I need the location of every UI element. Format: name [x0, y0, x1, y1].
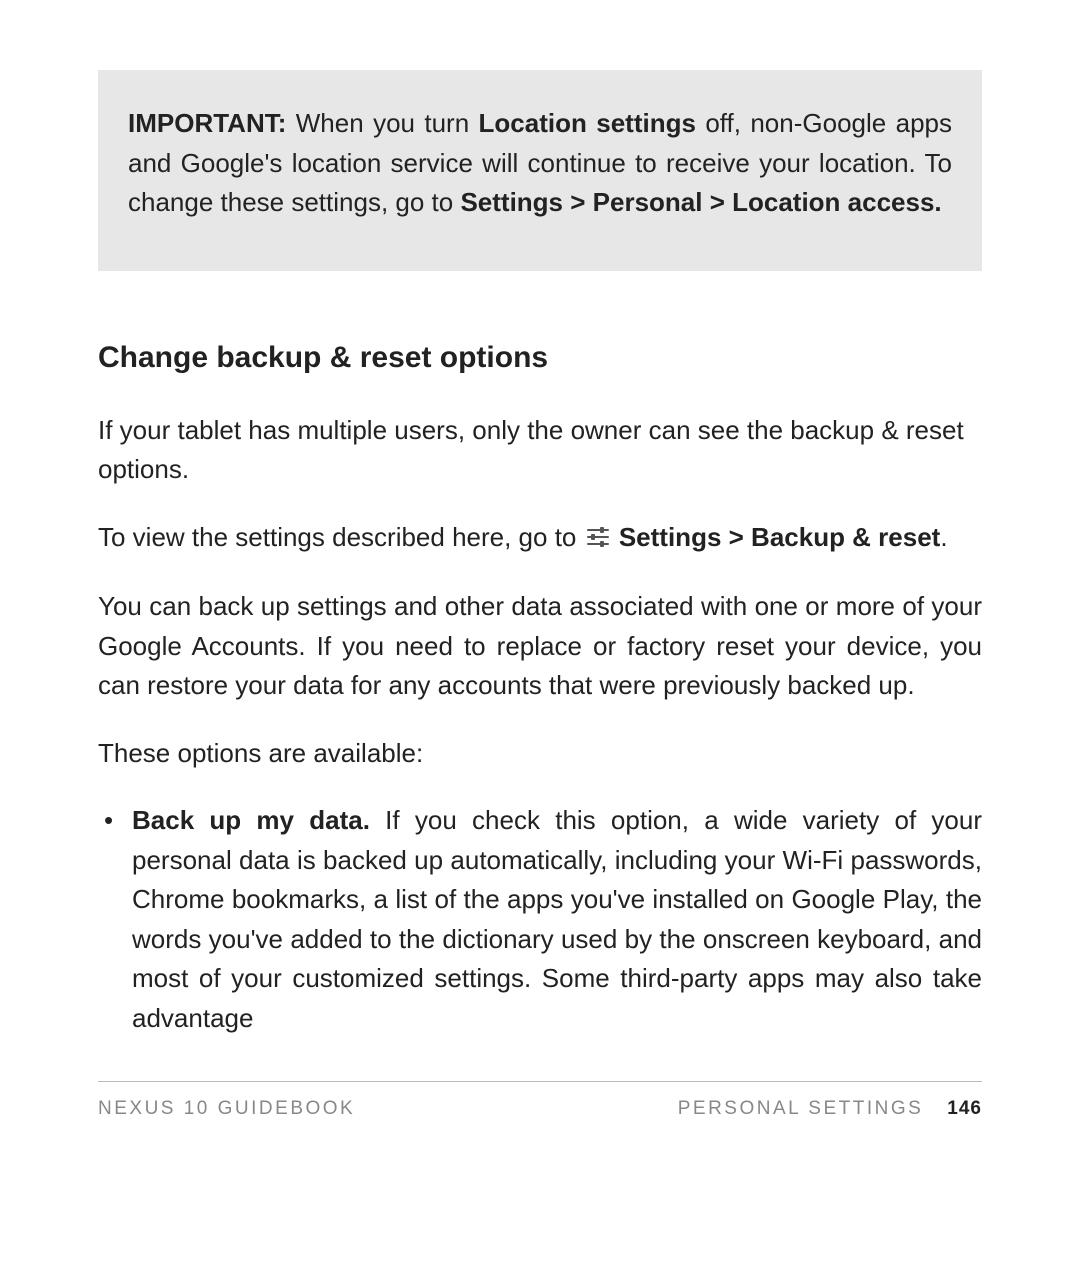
settings-sliders-icon — [586, 520, 610, 560]
location-settings-bold: Location settings — [479, 108, 696, 138]
options-intro: These options are available: — [98, 734, 982, 774]
footer-page-number: 146 — [947, 1098, 982, 1120]
settings-path-bold: Settings > Personal > Location access. — [460, 187, 941, 217]
settings-path-paragraph: To view the settings described here, go … — [98, 518, 982, 560]
list-item: Back up my data. If you check this optio… — [98, 801, 982, 1038]
footer-book-title: NEXUS 10 GUIDEBOOK — [98, 1098, 355, 1120]
important-callout-box: IMPORTANT: When you turn Location settin… — [98, 70, 982, 271]
option-body: If you check this option, a wide variety… — [132, 805, 982, 1033]
footer-section-name: PERSONAL SETTINGS — [678, 1098, 924, 1120]
backup-reset-path-bold: Settings > Backup & reset — [619, 522, 941, 552]
intro-paragraph: If your tablet has multiple users, only … — [98, 411, 982, 490]
important-callout-text: IMPORTANT: When you turn Location settin… — [128, 104, 952, 223]
option-title: Back up my data. — [132, 805, 370, 835]
important-label: IMPORTANT: — [128, 108, 286, 138]
options-list: Back up my data. If you check this optio… — [98, 801, 982, 1038]
document-page: IMPORTANT: When you turn Location settin… — [0, 0, 1080, 1270]
section-heading: Change backup & reset options — [98, 341, 982, 375]
backup-description: You can back up settings and other data … — [98, 587, 982, 706]
page-footer: NEXUS 10 GUIDEBOOK PERSONAL SETTINGS 146 — [98, 1081, 982, 1120]
body-content: If your tablet has multiple users, only … — [98, 411, 982, 1039]
